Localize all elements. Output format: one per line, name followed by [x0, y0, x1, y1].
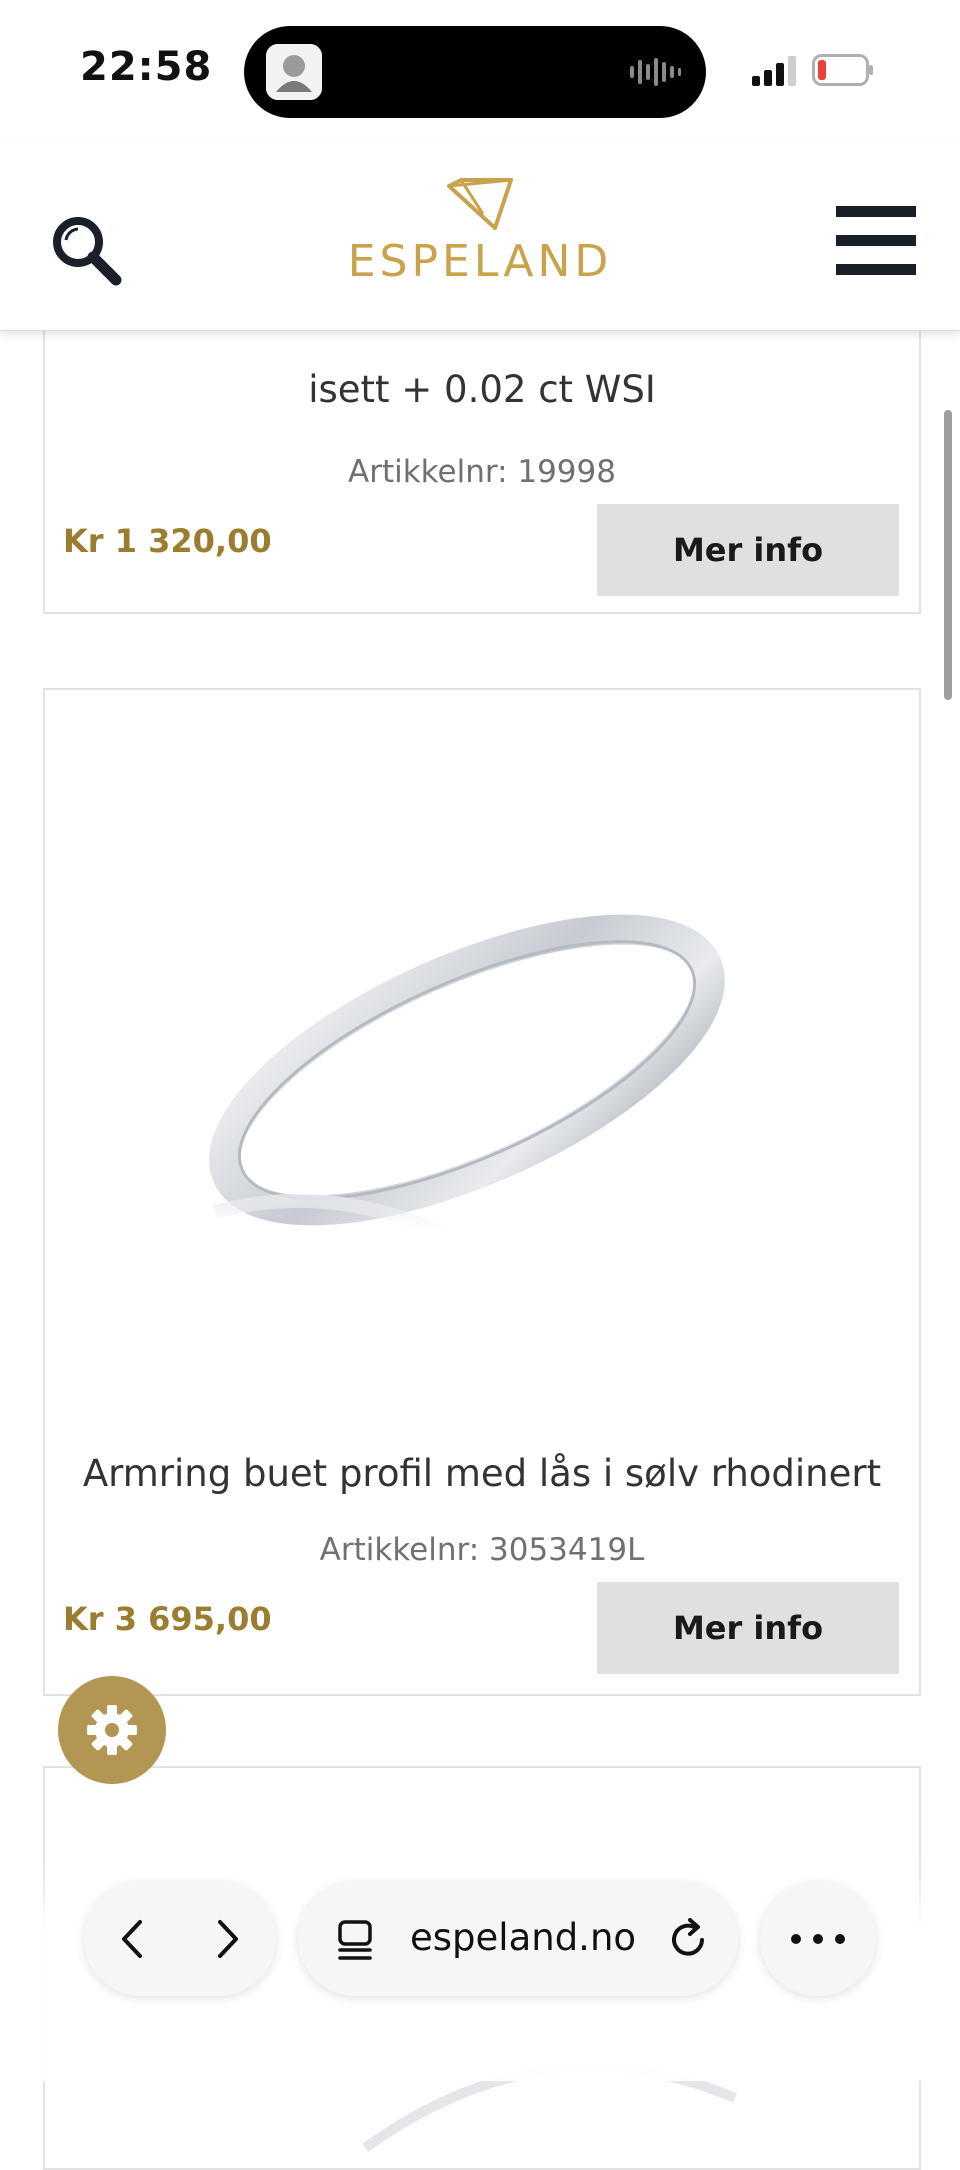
product-card: Armring buet profil med lås i sølv rhodi… — [43, 688, 921, 1696]
product-sku: Artikkelnr: 3053419L — [319, 1532, 645, 1568]
cookie-settings-button[interactable] — [58, 1676, 166, 1784]
address-bar[interactable]: espeland.no — [298, 1882, 738, 1996]
navigation-controls — [84, 1882, 276, 1996]
dynamic-island[interactable] — [244, 26, 706, 118]
status-bar: 22:58 — [0, 0, 960, 140]
product-image[interactable] — [195, 840, 775, 1320]
hamburger-menu-icon[interactable] — [836, 206, 916, 276]
product-sku: Artikkelnr: 19998 — [348, 454, 616, 490]
now-playing-artwork-icon — [266, 44, 322, 100]
gear-icon — [87, 1705, 137, 1755]
product-title[interactable]: Armring buet profil med lås i sølv rhodi… — [45, 1452, 919, 1495]
battery-low-icon — [812, 54, 873, 86]
page-menu-icon[interactable] — [334, 1918, 378, 1962]
search-icon[interactable] — [48, 212, 124, 288]
site-logo[interactable]: ESPELAND — [340, 178, 620, 298]
cellular-signal-icon — [752, 56, 796, 86]
reload-icon[interactable] — [666, 1916, 712, 1962]
more-info-button[interactable]: Mer info — [597, 504, 899, 596]
product-title[interactable]: isett + 0.02 ct WSI — [45, 368, 919, 411]
more-info-button[interactable]: Mer info — [597, 1582, 899, 1674]
audio-waveform-icon — [630, 58, 681, 86]
url-text[interactable]: espeland.no — [410, 1916, 636, 1959]
product-price: Kr 3 695,00 — [63, 1600, 272, 1638]
back-arrow-icon[interactable] — [108, 1914, 158, 1964]
logo-text: ESPELAND — [347, 236, 613, 287]
diamond-logo-icon — [447, 178, 513, 230]
forward-arrow-icon[interactable] — [202, 1914, 252, 1964]
ellipsis-icon — [791, 1934, 845, 1944]
more-options-button[interactable] — [760, 1882, 876, 1996]
page-scrollbar[interactable] — [944, 410, 952, 700]
status-time: 22:58 — [80, 44, 213, 90]
site-header: ESPELAND — [0, 140, 960, 331]
product-price: Kr 1 320,00 — [63, 522, 272, 560]
